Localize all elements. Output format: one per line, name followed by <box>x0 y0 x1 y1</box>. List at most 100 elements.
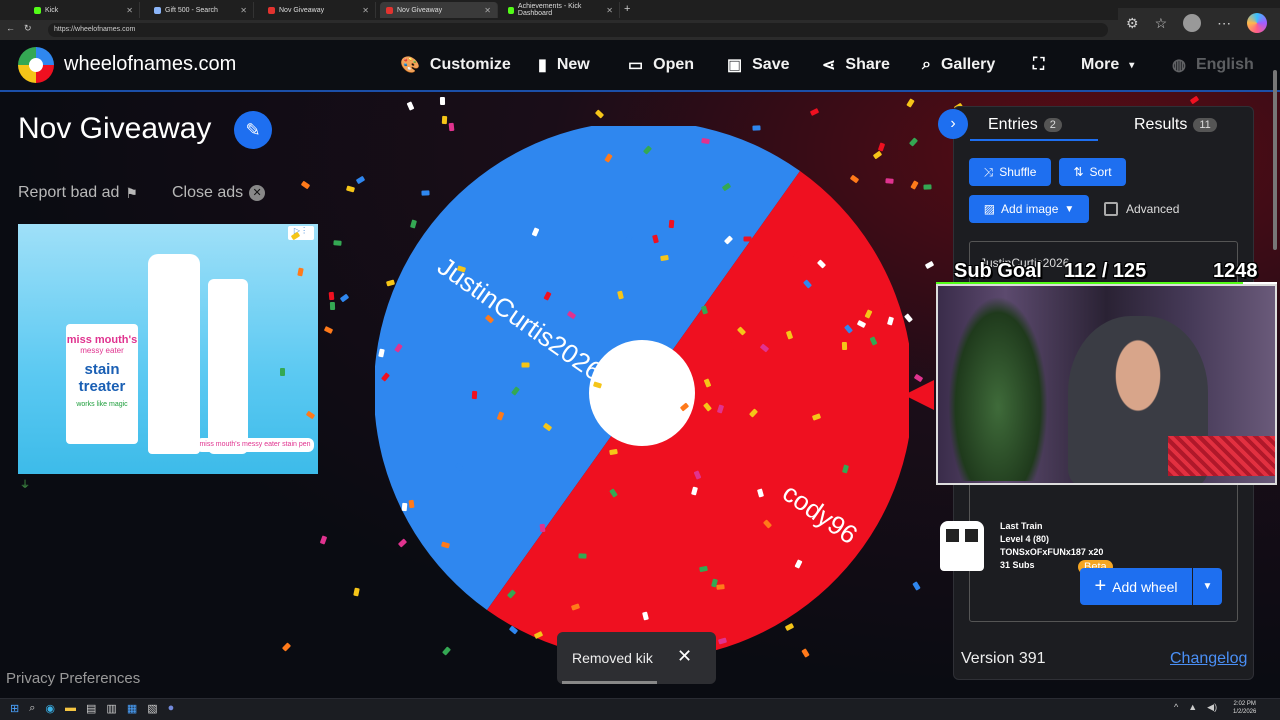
system-tray: ^ ▲ ◀) <box>1174 702 1217 713</box>
chevron-down-icon: ▼ <box>1064 203 1075 215</box>
discord-icon[interactable]: ● <box>168 702 175 715</box>
site-logo-icon[interactable] <box>18 47 54 83</box>
spinning-wheel[interactable]: JustinCurtis2026 cody96 <box>375 126 909 660</box>
ad-feedback-icon[interactable]: ⏚ <box>20 476 30 491</box>
close-tab-icon[interactable]: ✕ <box>484 6 491 15</box>
close-tab-icon[interactable]: ✕ <box>606 6 613 15</box>
collapse-panel-button[interactable]: › <box>938 109 968 139</box>
back-icon[interactable]: ← <box>6 23 15 33</box>
taskbar-clock[interactable]: 2:02 PM 1/2/2026 <box>1233 700 1256 716</box>
wheel-favicon-icon <box>386 6 393 14</box>
close-tab-icon[interactable]: ✕ <box>126 6 133 15</box>
privacy-preferences-link[interactable]: Privacy Preferences <box>6 670 140 687</box>
tray-arrow-icon[interactable]: ^ <box>1174 702 1178 713</box>
confetti-piece <box>668 219 675 229</box>
toast-notification: Removed kik ✕ <box>557 632 716 684</box>
toast-progress <box>562 681 657 684</box>
close-ads-link[interactable]: Close ads ✕ <box>172 184 266 202</box>
new-tab-icon[interactable]: + <box>624 3 630 15</box>
christmas-tree <box>948 296 1048 481</box>
volume-icon[interactable]: ◀) <box>1207 702 1217 713</box>
favorites-icon[interactable]: ☆ <box>1155 15 1168 32</box>
close-tab-icon[interactable]: ✕ <box>240 6 247 15</box>
advanced-checkbox[interactable]: Advanced <box>1104 202 1179 216</box>
shuffle-icon: ⤨ <box>983 164 994 179</box>
os-taskbar <box>0 698 1280 720</box>
add-image-button[interactable]: ▨ Add image ▼ <box>969 195 1089 223</box>
confetti-piece <box>923 184 932 191</box>
edit-title-button[interactable]: ✎ <box>234 111 272 149</box>
close-tab-icon[interactable]: ✕ <box>362 6 369 15</box>
site-name[interactable]: wheelofnames.com <box>64 53 236 76</box>
sub-goal-label: Sub Goal <box>954 260 1042 282</box>
network-icon[interactable]: ▲ <box>1188 702 1197 713</box>
confetti-piece <box>578 553 587 560</box>
search-icon[interactable]: ⌕ <box>29 702 35 715</box>
pencil-icon: ✎ <box>245 119 261 140</box>
nav-language[interactable]: ◍ English <box>1172 40 1254 90</box>
page-scrollbar[interactable] <box>1273 70 1277 250</box>
search-icon: ⌕ <box>922 56 931 73</box>
confetti-piece <box>448 122 455 132</box>
notes-icon[interactable]: ▤ <box>86 702 96 715</box>
wheel-favicon-icon <box>268 6 275 14</box>
ad-stain-pen: miss mouth's messy eater stain pen <box>196 438 314 452</box>
confetti-piece <box>616 290 624 300</box>
add-wheel-button[interactable]: + Add wheel <box>1080 568 1192 605</box>
confetti-piece <box>539 524 545 533</box>
file-explorer-icon[interactable]: ▬ <box>65 702 76 715</box>
train-icon <box>940 521 984 571</box>
tinsel-decoration <box>1168 436 1275 476</box>
confetti-piece <box>521 361 530 368</box>
browser-tab[interactable]: Gift 500 - Search ✕ <box>148 2 254 18</box>
url-field[interactable]: https://wheelofnames.com <box>48 23 1108 37</box>
fullscreen-button[interactable]: ⛶ <box>1033 40 1044 90</box>
shuffle-button[interactable]: ⤨ Shuffle <box>969 158 1051 186</box>
kick-favicon-icon <box>34 6 41 14</box>
save-icon: ▣ <box>727 57 743 74</box>
sort-button[interactable]: ⇅ Sort <box>1059 158 1126 186</box>
image-icon: ▨ <box>983 202 996 216</box>
advertisement[interactable]: ▷⋮ miss mouth's messy eater stain treate… <box>18 224 318 474</box>
browser-tab[interactable]: Nov Giveaway ✕ <box>262 2 376 18</box>
changelog-link[interactable]: Changelog <box>1170 650 1247 668</box>
add-wheel-dropdown[interactable]: ▼ <box>1193 568 1222 605</box>
store-icon[interactable]: ▧ <box>147 702 157 715</box>
browser-toolbar-right: ⚙ ☆ ⋯ <box>1118 8 1280 38</box>
windows-start-icon[interactable]: ⊞ <box>10 702 19 715</box>
nav-gallery[interactable]: ⌕ Gallery <box>922 40 995 90</box>
nav-new[interactable]: ▮ New <box>538 40 590 90</box>
confetti-piece <box>328 291 335 301</box>
confetti-piece <box>332 239 342 246</box>
folder-icon: ▭ <box>628 57 644 74</box>
profile-avatar-icon[interactable] <box>1183 14 1202 32</box>
confetti-piece <box>420 190 430 196</box>
tab-results[interactable]: Results 11 <box>1134 116 1217 134</box>
nav-more[interactable]: More ▾ <box>1081 40 1134 90</box>
chevron-right-icon: › <box>950 115 956 132</box>
toast-close-icon[interactable]: ✕ <box>677 646 692 667</box>
chevron-down-icon: ▾ <box>1129 59 1135 71</box>
browser-tab[interactable]: Achievements - Kick Dashboard ✕ <box>502 2 620 18</box>
extensions-icon[interactable]: ⚙ <box>1126 15 1139 32</box>
sort-icon: ⇅ <box>1073 165 1084 179</box>
nav-customize[interactable]: 🎨 Customize <box>400 40 511 90</box>
nav-open[interactable]: ▭ Open <box>628 40 694 90</box>
app-icon[interactable]: ▦ <box>127 702 137 715</box>
kick-favicon-icon <box>508 6 514 14</box>
palette-icon: 🎨 <box>400 57 420 74</box>
copilot-icon[interactable] <box>1247 13 1268 33</box>
tab-entries[interactable]: Entries 2 <box>988 116 1062 134</box>
webcam-overlay <box>936 284 1277 485</box>
nav-save[interactable]: ▣ Save <box>727 40 790 90</box>
edge-icon[interactable]: ◉ <box>45 702 55 715</box>
browser-tab[interactable]: Kick ✕ <box>28 2 140 18</box>
terminal-icon[interactable]: ▥ <box>106 702 116 715</box>
more-menu-icon[interactable]: ⋯ <box>1217 15 1231 32</box>
browser-tab-active[interactable]: Nov Giveaway ✕ <box>380 2 498 18</box>
confetti-piece <box>408 500 415 509</box>
reload-icon[interactable]: ↻ <box>24 23 32 34</box>
nav-share[interactable]: ⋖ Share <box>822 40 890 90</box>
report-ad-link[interactable]: Report bad ad ⚑ <box>18 184 138 202</box>
confetti-piece <box>471 390 478 399</box>
